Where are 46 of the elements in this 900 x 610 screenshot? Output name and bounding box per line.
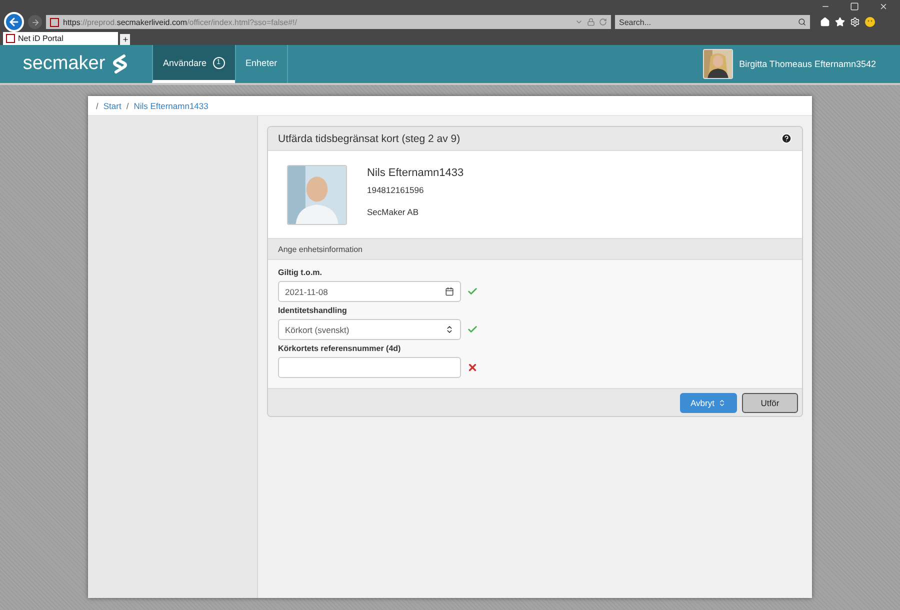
star-icon[interactable] xyxy=(835,17,845,27)
action-button[interactable]: Utför xyxy=(742,392,798,412)
nav-tab[interactable]: Enheter xyxy=(234,45,288,83)
help-icon[interactable] xyxy=(781,133,792,144)
browser-tab[interactable]: Net iD Portal xyxy=(3,32,118,45)
forward-button[interactable] xyxy=(28,15,42,29)
forward-arrow-icon xyxy=(30,18,40,26)
lock-icon xyxy=(587,18,595,26)
person-name: Nils Efternamn1433 xyxy=(367,166,464,178)
site-icon xyxy=(6,34,15,43)
field-label: Identitetshandling xyxy=(278,306,348,315)
organization: SecMaker AB xyxy=(367,206,420,216)
action-button[interactable]: Avbryt xyxy=(680,392,737,412)
calendar-icon[interactable] xyxy=(445,287,454,296)
select-field[interactable]: Körkort (svenskt) xyxy=(278,319,461,340)
breadcrumb-link[interactable]: Nils Efternamn1433 xyxy=(134,100,208,110)
address-bar[interactable]: https://preprod.secmakerliveid.com/officer/index.html?sso=false#!/ xyxy=(46,15,611,29)
input-field[interactable] xyxy=(278,357,461,378)
site-icon xyxy=(50,18,59,26)
breadcrumb-separator: / xyxy=(126,100,129,110)
breadcrumb-separator: / xyxy=(96,100,98,110)
new-tab-button[interactable] xyxy=(120,34,130,45)
settings-icon[interactable] xyxy=(850,17,860,27)
close-icon[interactable] xyxy=(879,2,888,11)
updown-icon xyxy=(445,325,454,334)
date-field[interactable]: 2021-11-08 xyxy=(278,281,461,302)
refresh-icon[interactable] xyxy=(599,18,607,26)
person-id: 194812161596 xyxy=(367,184,425,194)
section-header: Ange enhetsinformation xyxy=(268,238,802,260)
logo-text: secmaker xyxy=(22,53,106,75)
field-label: Giltig t.o.m. xyxy=(278,268,323,277)
home-icon[interactable] xyxy=(820,17,830,27)
maximize-icon[interactable] xyxy=(850,2,859,11)
breadcrumb-link[interactable]: Start xyxy=(103,100,122,110)
smiley-icon[interactable] xyxy=(865,17,875,27)
back-button[interactable] xyxy=(4,12,24,32)
user-name[interactable]: Birgitta Thomeaus Efternamn3542 xyxy=(739,59,876,69)
search-field[interactable]: Search... xyxy=(615,15,810,29)
panel-title: Utfärda tidsbegränsat kort (steg 2 av 9) xyxy=(278,132,460,144)
back-arrow-icon xyxy=(8,16,20,28)
dropdown-icon[interactable] xyxy=(575,18,583,26)
updown-icon xyxy=(718,398,726,406)
field-label: Körkortets referensnummer (4d) xyxy=(278,344,402,353)
plus-icon xyxy=(122,36,128,43)
search-icon[interactable] xyxy=(798,18,806,26)
logo-icon xyxy=(111,53,130,75)
